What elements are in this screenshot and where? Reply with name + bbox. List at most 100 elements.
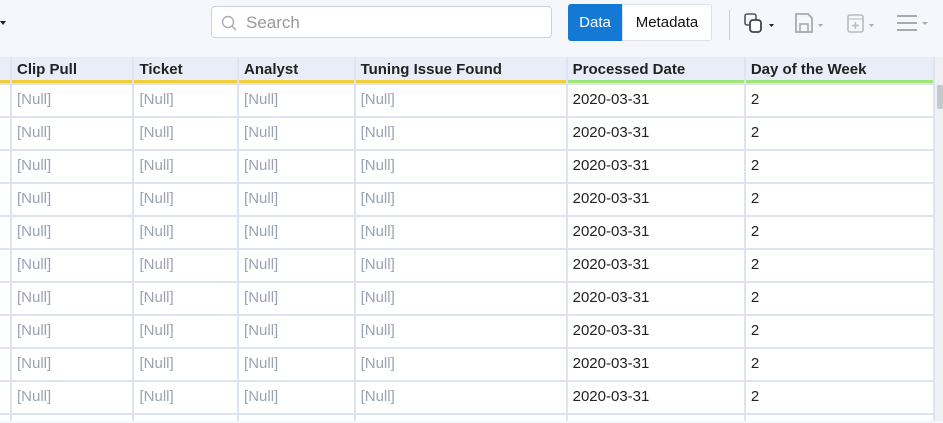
data-tab-button[interactable]: Data <box>568 4 622 41</box>
column-header[interactable]: Analyst <box>239 57 354 83</box>
table-cell[interactable]: [Null] <box>239 118 354 149</box>
table-cell[interactable]: [Null] <box>355 349 566 380</box>
table-cell[interactable]: [Null] <box>134 85 238 116</box>
table-cell[interactable]: 2 <box>745 382 934 413</box>
table-cell[interactable] <box>0 415 10 421</box>
table-cell[interactable]: [Null] <box>134 118 238 149</box>
table-cell[interactable]: [Null] <box>12 85 133 116</box>
table-cell[interactable] <box>0 85 10 116</box>
table-cell[interactable]: 2020-03-31 <box>567 382 744 413</box>
table-cell[interactable]: [Null] <box>239 184 354 215</box>
table-cell[interactable]: 2 <box>745 118 934 149</box>
table-cell[interactable]: [Null] <box>134 184 238 215</box>
table-row: [Null] [Null] [Null] [Null] 2020-03-31 2 <box>0 217 935 250</box>
table-cell[interactable]: [Null] <box>12 217 133 248</box>
table-cell[interactable]: [Null] <box>134 217 238 248</box>
table-cell[interactable]: [Null] <box>355 85 566 116</box>
table-cell[interactable]: [Null] <box>12 316 133 347</box>
table-cell[interactable]: 2 <box>745 151 934 182</box>
table-row: [Null] [Null] [Null] [Null] 2020-03-31 2 <box>0 85 935 118</box>
search-box[interactable] <box>211 6 552 38</box>
table-cell[interactable]: 2020-03-31 <box>567 151 744 182</box>
table-cell[interactable]: [Null] <box>134 250 238 281</box>
table-cell[interactable] <box>239 415 354 421</box>
table-cell[interactable]: 2020-03-31 <box>567 283 744 314</box>
scrollbar-thumb[interactable] <box>937 85 943 109</box>
table-cell[interactable] <box>0 250 10 281</box>
table-cell[interactable]: 2 <box>745 316 934 347</box>
table-cell[interactable]: [Null] <box>239 349 354 380</box>
copy-icon[interactable] <box>744 12 780 36</box>
table-cell[interactable]: [Null] <box>134 283 238 314</box>
table-cell[interactable]: 2020-03-31 <box>567 316 744 347</box>
save-icon[interactable] <box>794 12 830 36</box>
table-cell[interactable]: [Null] <box>239 250 354 281</box>
menu-icon[interactable] <box>895 12 935 36</box>
table-cell[interactable]: [Null] <box>12 184 133 215</box>
table-cell[interactable]: [Null] <box>134 316 238 347</box>
table-cell[interactable]: [Null] <box>355 217 566 248</box>
table-cell[interactable] <box>567 415 744 421</box>
table-cell[interactable]: 2020-03-31 <box>567 85 744 116</box>
table-cell[interactable] <box>0 184 10 215</box>
table-cell[interactable]: [Null] <box>134 151 238 182</box>
table-cell[interactable]: [Null] <box>239 85 354 116</box>
table-cell[interactable]: [Null] <box>134 382 238 413</box>
table-cell[interactable] <box>745 415 934 421</box>
table-cell[interactable]: 2020-03-31 <box>567 184 744 215</box>
dropdown-caret-icon[interactable] <box>0 21 6 25</box>
table-cell[interactable] <box>0 118 10 149</box>
table-cell[interactable]: [Null] <box>355 382 566 413</box>
table-cell[interactable]: [Null] <box>355 184 566 215</box>
table-cell[interactable]: 2020-03-31 <box>567 217 744 248</box>
table-cell[interactable]: 2020-03-31 <box>567 250 744 281</box>
table-cell[interactable]: [Null] <box>355 316 566 347</box>
column-header[interactable]: Ticket <box>134 57 238 83</box>
table-row <box>0 415 935 421</box>
table-cell[interactable]: 2 <box>745 250 934 281</box>
table-cell[interactable]: 2 <box>745 85 934 116</box>
table-cell[interactable]: [Null] <box>134 349 238 380</box>
vertical-scrollbar[interactable] <box>935 57 943 421</box>
table-cell[interactable] <box>0 151 10 182</box>
table-cell[interactable]: [Null] <box>12 382 133 413</box>
table-cell[interactable] <box>12 415 133 421</box>
search-input[interactable] <box>244 11 538 35</box>
table-cell[interactable]: [Null] <box>12 250 133 281</box>
table-cell[interactable]: 2 <box>745 349 934 380</box>
table-cell[interactable]: [Null] <box>355 118 566 149</box>
column-header[interactable] <box>0 57 10 83</box>
table-cell[interactable] <box>0 382 10 413</box>
table-cell[interactable]: [Null] <box>239 283 354 314</box>
table-cell[interactable]: [Null] <box>12 151 133 182</box>
table-cell[interactable] <box>0 283 10 314</box>
table-row: [Null] [Null] [Null] [Null] 2020-03-31 2 <box>0 151 935 184</box>
column-header[interactable]: Day of the Week <box>745 57 934 83</box>
table-cell[interactable]: 2020-03-31 <box>567 349 744 380</box>
table-cell[interactable]: [Null] <box>355 283 566 314</box>
table-cell[interactable]: [Null] <box>239 151 354 182</box>
table-cell[interactable]: [Null] <box>12 349 133 380</box>
table-cell[interactable]: [Null] <box>239 316 354 347</box>
table-cell[interactable] <box>0 217 10 248</box>
table-cell[interactable] <box>0 316 10 347</box>
table-cell[interactable] <box>355 415 566 421</box>
table-cell[interactable]: [Null] <box>12 283 133 314</box>
column-header[interactable]: Clip Pull <box>12 57 133 83</box>
header-row: Clip Pull Ticket Analyst Tuning Issue Found… <box>0 57 935 85</box>
table-cell[interactable]: [Null] <box>355 151 566 182</box>
table-cell[interactable] <box>134 415 238 421</box>
table-cell[interactable]: [Null] <box>355 250 566 281</box>
metadata-tab-button[interactable]: Metadata <box>622 4 712 41</box>
table-cell[interactable]: 2 <box>745 217 934 248</box>
table-cell[interactable]: 2020-03-31 <box>567 118 744 149</box>
column-header[interactable]: Processed Date <box>567 57 744 83</box>
table-cell[interactable]: [Null] <box>239 217 354 248</box>
table-cell[interactable]: [Null] <box>239 382 354 413</box>
column-header[interactable]: Tuning Issue Found <box>355 57 566 83</box>
table-cell[interactable]: [Null] <box>12 118 133 149</box>
table-cell[interactable] <box>0 349 10 380</box>
table-cell[interactable]: 2 <box>745 184 934 215</box>
table-cell[interactable]: 2 <box>745 283 934 314</box>
add-column-icon[interactable] <box>846 12 882 36</box>
